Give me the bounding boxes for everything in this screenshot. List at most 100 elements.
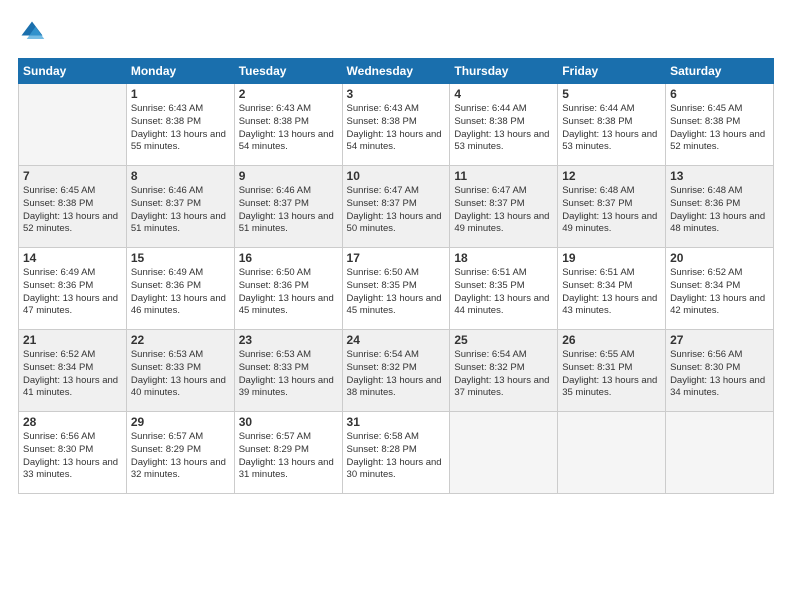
cell-details: Sunrise: 6:51 AMSunset: 8:35 PMDaylight:…	[454, 267, 553, 318]
calendar-cell	[450, 412, 558, 494]
day-number: 26	[562, 333, 661, 347]
day-header-sunday: Sunday	[19, 59, 127, 84]
calendar-cell: 28 Sunrise: 6:56 AMSunset: 8:30 PMDayligh…	[19, 412, 127, 494]
cell-details: Sunrise: 6:43 AMSunset: 8:38 PMDaylight:…	[239, 103, 338, 154]
calendar-cell	[19, 84, 127, 166]
cell-details: Sunrise: 6:57 AMSunset: 8:29 PMDaylight:…	[131, 431, 230, 482]
day-header-wednesday: Wednesday	[342, 59, 450, 84]
cell-details: Sunrise: 6:46 AMSunset: 8:37 PMDaylight:…	[131, 185, 230, 236]
cell-details: Sunrise: 6:48 AMSunset: 8:36 PMDaylight:…	[670, 185, 769, 236]
calendar-cell	[558, 412, 666, 494]
day-header-saturday: Saturday	[666, 59, 774, 84]
cell-details: Sunrise: 6:51 AMSunset: 8:34 PMDaylight:…	[562, 267, 661, 318]
calendar-cell: 23 Sunrise: 6:53 AMSunset: 8:33 PMDayligh…	[234, 330, 342, 412]
cell-details: Sunrise: 6:56 AMSunset: 8:30 PMDaylight:…	[670, 349, 769, 400]
cell-details: Sunrise: 6:43 AMSunset: 8:38 PMDaylight:…	[347, 103, 446, 154]
day-number: 5	[562, 87, 661, 101]
day-number: 3	[347, 87, 446, 101]
calendar-cell: 9 Sunrise: 6:46 AMSunset: 8:37 PMDaylight…	[234, 166, 342, 248]
calendar-cell: 24Sunrise: 6:54 AMSunset: 8:32 PMDayligh…	[342, 330, 450, 412]
calendar-cell: 1 Sunrise: 6:43 AMSunset: 8:38 PMDaylight…	[126, 84, 234, 166]
calendar-cell: 22Sunrise: 6:53 AMSunset: 8:33 PMDayligh…	[126, 330, 234, 412]
calendar-body: 1 Sunrise: 6:43 AMSunset: 8:38 PMDaylight…	[19, 84, 774, 494]
cell-details: Sunrise: 6:54 AMSunset: 8:32 PMDaylight:…	[454, 349, 553, 400]
calendar-cell: 27 Sunrise: 6:56 AMSunset: 8:30 PMDayligh…	[666, 330, 774, 412]
day-number: 1	[131, 87, 230, 101]
cell-details: Sunrise: 6:49 AMSunset: 8:36 PMDaylight:…	[23, 267, 122, 318]
day-number: 18	[454, 251, 553, 265]
day-header-friday: Friday	[558, 59, 666, 84]
day-number: 21	[23, 333, 122, 347]
day-header-thursday: Thursday	[450, 59, 558, 84]
cell-details: Sunrise: 6:53 AMSunset: 8:33 PMDaylight:…	[131, 349, 230, 400]
day-number: 16	[239, 251, 338, 265]
calendar-cell: 7Sunrise: 6:45 AMSunset: 8:38 PMDaylight…	[19, 166, 127, 248]
calendar-cell: 16Sunrise: 6:50 AMSunset: 8:36 PMDayligh…	[234, 248, 342, 330]
cell-details: Sunrise: 6:58 AMSunset: 8:28 PMDaylight:…	[347, 431, 446, 482]
calendar-cell: 10 Sunrise: 6:47 AMSunset: 8:37 PMDayligh…	[342, 166, 450, 248]
cell-details: Sunrise: 6:52 AMSunset: 8:34 PMDaylight:…	[670, 267, 769, 318]
day-number: 29	[131, 415, 230, 429]
calendar-cell: 20 Sunrise: 6:52 AMSunset: 8:34 PMDayligh…	[666, 248, 774, 330]
cell-details: Sunrise: 6:50 AMSunset: 8:35 PMDaylight:…	[347, 267, 446, 318]
cell-details: Sunrise: 6:47 AMSunset: 8:37 PMDaylight:…	[347, 185, 446, 236]
calendar-week-row: 1 Sunrise: 6:43 AMSunset: 8:38 PMDaylight…	[19, 84, 774, 166]
day-number: 28	[23, 415, 122, 429]
day-number: 10	[347, 169, 446, 183]
header	[18, 18, 774, 46]
calendar-cell: 26 Sunrise: 6:55 AMSunset: 8:31 PMDayligh…	[558, 330, 666, 412]
calendar-cell: 29 Sunrise: 6:57 AMSunset: 8:29 PMDayligh…	[126, 412, 234, 494]
calendar-cell	[666, 412, 774, 494]
cell-details: Sunrise: 6:52 AMSunset: 8:34 PMDaylight:…	[23, 349, 122, 400]
calendar-week-row: 21 Sunrise: 6:52 AMSunset: 8:34 PMDayligh…	[19, 330, 774, 412]
cell-details: Sunrise: 6:53 AMSunset: 8:33 PMDaylight:…	[239, 349, 338, 400]
day-number: 12	[562, 169, 661, 183]
calendar-cell: 5 Sunrise: 6:44 AMSunset: 8:38 PMDaylight…	[558, 84, 666, 166]
day-number: 2	[239, 87, 338, 101]
calendar-cell: 11Sunrise: 6:47 AMSunset: 8:37 PMDayligh…	[450, 166, 558, 248]
cell-details: Sunrise: 6:46 AMSunset: 8:37 PMDaylight:…	[239, 185, 338, 236]
day-number: 31	[347, 415, 446, 429]
calendar-cell: 2 Sunrise: 6:43 AMSunset: 8:38 PMDaylight…	[234, 84, 342, 166]
day-number: 25	[454, 333, 553, 347]
day-number: 20	[670, 251, 769, 265]
cell-details: Sunrise: 6:47 AMSunset: 8:37 PMDaylight:…	[454, 185, 553, 236]
day-number: 8	[131, 169, 230, 183]
cell-details: Sunrise: 6:55 AMSunset: 8:31 PMDaylight:…	[562, 349, 661, 400]
calendar-cell: 25 Sunrise: 6:54 AMSunset: 8:32 PMDayligh…	[450, 330, 558, 412]
day-number: 4	[454, 87, 553, 101]
day-number: 27	[670, 333, 769, 347]
day-number: 9	[239, 169, 338, 183]
cell-details: Sunrise: 6:45 AMSunset: 8:38 PMDaylight:…	[670, 103, 769, 154]
day-number: 24	[347, 333, 446, 347]
logo-icon	[18, 18, 46, 46]
calendar-cell: 14 Sunrise: 6:49 AMSunset: 8:36 PMDayligh…	[19, 248, 127, 330]
day-number: 30	[239, 415, 338, 429]
cell-details: Sunrise: 6:45 AMSunset: 8:38 PMDaylight:…	[23, 185, 122, 236]
calendar-cell: 21 Sunrise: 6:52 AMSunset: 8:34 PMDayligh…	[19, 330, 127, 412]
day-header-tuesday: Tuesday	[234, 59, 342, 84]
cell-details: Sunrise: 6:48 AMSunset: 8:37 PMDaylight:…	[562, 185, 661, 236]
cell-details: Sunrise: 6:43 AMSunset: 8:38 PMDaylight:…	[131, 103, 230, 154]
calendar-cell: 19Sunrise: 6:51 AMSunset: 8:34 PMDayligh…	[558, 248, 666, 330]
cell-details: Sunrise: 6:56 AMSunset: 8:30 PMDaylight:…	[23, 431, 122, 482]
calendar-cell: 30 Sunrise: 6:57 AMSunset: 8:29 PMDayligh…	[234, 412, 342, 494]
calendar-cell: 31 Sunrise: 6:58 AMSunset: 8:28 PMDayligh…	[342, 412, 450, 494]
calendar-cell: 18 Sunrise: 6:51 AMSunset: 8:35 PMDayligh…	[450, 248, 558, 330]
day-number: 23	[239, 333, 338, 347]
calendar-cell: 3 Sunrise: 6:43 AMSunset: 8:38 PMDaylight…	[342, 84, 450, 166]
calendar-week-row: 14 Sunrise: 6:49 AMSunset: 8:36 PMDayligh…	[19, 248, 774, 330]
calendar-table: SundayMondayTuesdayWednesdayThursdayFrid…	[18, 58, 774, 494]
day-number: 14	[23, 251, 122, 265]
cell-details: Sunrise: 6:44 AMSunset: 8:38 PMDaylight:…	[562, 103, 661, 154]
cell-details: Sunrise: 6:44 AMSunset: 8:38 PMDaylight:…	[454, 103, 553, 154]
cell-details: Sunrise: 6:57 AMSunset: 8:29 PMDaylight:…	[239, 431, 338, 482]
day-header-monday: Monday	[126, 59, 234, 84]
day-number: 17	[347, 251, 446, 265]
cell-details: Sunrise: 6:49 AMSunset: 8:36 PMDaylight:…	[131, 267, 230, 318]
calendar-cell: 12 Sunrise: 6:48 AMSunset: 8:37 PMDayligh…	[558, 166, 666, 248]
calendar-cell: 6Sunrise: 6:45 AMSunset: 8:38 PMDaylight…	[666, 84, 774, 166]
day-number: 13	[670, 169, 769, 183]
calendar-cell: 4 Sunrise: 6:44 AMSunset: 8:38 PMDaylight…	[450, 84, 558, 166]
calendar-week-row: 7Sunrise: 6:45 AMSunset: 8:38 PMDaylight…	[19, 166, 774, 248]
